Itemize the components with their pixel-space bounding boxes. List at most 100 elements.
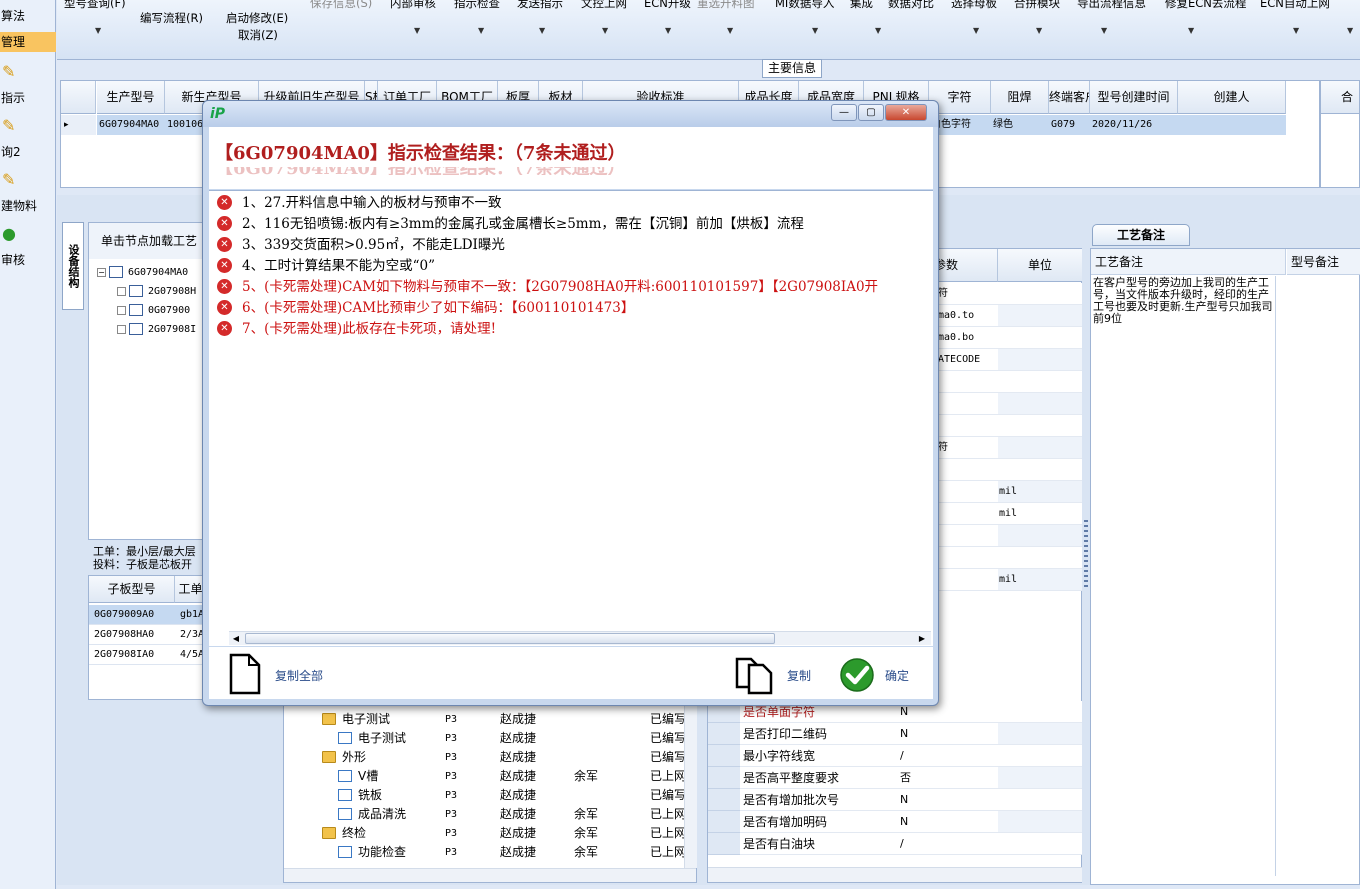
- column-header-0[interactable]: 生产型号: [97, 81, 165, 114]
- toolbar-dropdown-arrow-icon[interactable]: ▼: [1293, 26, 1299, 35]
- toolbar-button-7[interactable]: 发送指示: [517, 0, 563, 11]
- nav-item-1[interactable]: 管理: [0, 32, 56, 52]
- toolbar-dropdown-arrow-icon[interactable]: ▼: [1188, 26, 1194, 35]
- column-header-18[interactable]: 合: [1321, 81, 1359, 114]
- param-cell[interactable]: 符: [938, 437, 998, 459]
- copy-button[interactable]: 复制: [787, 667, 811, 684]
- column-header-14[interactable]: 终端客户代码: [1049, 81, 1090, 114]
- flow-row[interactable]: 功能检查 P3 赵成捷 余军 已上网: [284, 843, 684, 862]
- param-cell[interactable]: [938, 525, 998, 547]
- unit-cell[interactable]: [998, 547, 1082, 569]
- tree-expander-icon[interactable]: [117, 305, 126, 315]
- toolbar-button-6[interactable]: 指示检查: [454, 0, 500, 11]
- param-cell[interactable]: [938, 569, 998, 591]
- copy-all-icon[interactable]: [227, 653, 263, 695]
- toolbar-button-4[interactable]: 保存信息(S): [310, 0, 372, 11]
- param-cell[interactable]: [938, 547, 998, 569]
- prop-unit[interactable]: [998, 701, 1082, 723]
- cell-16[interactable]: [1178, 115, 1286, 135]
- toolbar-dropdown-arrow-icon[interactable]: ▼: [875, 26, 881, 35]
- toolbar-button-13[interactable]: 数据对比: [888, 0, 934, 11]
- toolbar-button-11[interactable]: MI数据导入: [775, 0, 834, 11]
- toolbar-button-2[interactable]: 启动修改(E): [226, 10, 288, 26]
- param-cell[interactable]: ma0.bo: [938, 327, 998, 349]
- prop-value[interactable]: N: [898, 811, 998, 833]
- tab-process-notes[interactable]: 工艺备注: [1092, 224, 1190, 246]
- tree-expander-icon[interactable]: [117, 324, 126, 334]
- maximize-button[interactable]: ▢: [858, 104, 884, 121]
- prop-header-unit[interactable]: 单位: [998, 249, 1082, 282]
- scrollbar-thumb[interactable]: [245, 633, 775, 644]
- param-cell[interactable]: 符: [938, 283, 998, 305]
- unit-cell[interactable]: [998, 349, 1082, 371]
- horizontal-scrollbar[interactable]: [708, 867, 1082, 882]
- horizontal-scrollbar[interactable]: [284, 868, 696, 882]
- toolbar-button-0[interactable]: 型号查询(F): [64, 0, 126, 11]
- subgrid-cell[interactable]: 0G079009A0: [89, 605, 175, 625]
- param-cell[interactable]: [938, 371, 998, 393]
- prop-value[interactable]: /: [898, 745, 998, 767]
- flow-row[interactable]: 电子测试 P3 赵成捷 已编写: [284, 710, 684, 729]
- subgrid-cell[interactable]: 2G07908IA0: [89, 645, 175, 665]
- cell-13[interactable]: 绿色: [991, 115, 1049, 135]
- prop-unit[interactable]: [998, 767, 1082, 789]
- subgrid-header-0[interactable]: 子板型号: [89, 576, 175, 603]
- column-header-15[interactable]: 型号创建时间: [1090, 81, 1178, 114]
- cell-14[interactable]: G079: [1049, 115, 1090, 135]
- toolbar-dropdown-arrow-icon[interactable]: ▼: [1036, 26, 1042, 35]
- unit-cell[interactable]: [998, 459, 1082, 481]
- prop-unit[interactable]: [998, 745, 1082, 767]
- prop-value[interactable]: /: [898, 833, 998, 855]
- toolbar-dropdown-arrow-icon[interactable]: ▼: [973, 26, 979, 35]
- toolbar-dropdown-arrow-icon[interactable]: ▼: [727, 26, 733, 35]
- param-cell[interactable]: [938, 481, 998, 503]
- unit-cell[interactable]: [998, 283, 1082, 305]
- toolbar-button-15[interactable]: 合拼模块: [1014, 0, 1060, 11]
- param-cell[interactable]: ma0.to: [938, 305, 998, 327]
- param-cell[interactable]: [938, 503, 998, 525]
- unit-cell[interactable]: mil: [998, 503, 1082, 525]
- flow-row[interactable]: 铣板 P3 赵成捷 已编写: [284, 786, 684, 805]
- unit-cell[interactable]: mil: [998, 481, 1082, 503]
- unit-cell[interactable]: [998, 305, 1082, 327]
- dialog-titlebar[interactable]: iP — ▢ ✕: [203, 101, 938, 127]
- tree-expander-icon[interactable]: [117, 286, 126, 296]
- flow-row[interactable]: 成品清洗 P3 赵成捷 余军 已上网: [284, 805, 684, 824]
- toolbar-dropdown-arrow-icon[interactable]: ▼: [602, 26, 608, 35]
- prop-value[interactable]: 否: [898, 767, 998, 789]
- tab-equipment-structure[interactable]: 设备结构: [62, 222, 84, 310]
- unit-cell[interactable]: [998, 327, 1082, 349]
- tree-expander-icon[interactable]: −: [97, 267, 106, 277]
- unit-cell[interactable]: [998, 437, 1082, 459]
- nav-item-2[interactable]: 指示: [0, 88, 56, 108]
- flow-row[interactable]: 终检 P3 赵成捷 余军 已上网: [284, 824, 684, 843]
- prop-unit[interactable]: [998, 833, 1082, 855]
- toolbar-button-14[interactable]: 选择母板: [951, 0, 997, 11]
- unit-cell[interactable]: [998, 525, 1082, 547]
- prop-value[interactable]: N: [898, 789, 998, 811]
- param-cell[interactable]: [938, 459, 998, 481]
- splitter-handle[interactable]: [1084, 520, 1088, 590]
- toolbar-button-9[interactable]: ECN升级: [644, 0, 691, 11]
- toolbar-button-12[interactable]: 集成: [850, 0, 873, 11]
- toolbar-dropdown-arrow-icon[interactable]: ▼: [414, 26, 420, 35]
- tree-node[interactable]: 0G07900: [117, 301, 190, 320]
- unit-cell[interactable]: [998, 415, 1082, 437]
- prop-unit[interactable]: [998, 789, 1082, 811]
- minimize-button[interactable]: —: [831, 104, 857, 121]
- close-button[interactable]: ✕: [885, 104, 927, 121]
- ok-button[interactable]: 确定: [885, 667, 909, 684]
- toolbar-dropdown-arrow-icon[interactable]: ▼: [539, 26, 545, 35]
- param-cell[interactable]: ATECODE: [938, 349, 998, 371]
- toolbar-button-1[interactable]: 编写流程(R): [140, 10, 203, 26]
- toolbar-button-18[interactable]: ECN自动上网: [1260, 0, 1330, 11]
- horizontal-scrollbar[interactable]: ◀ ▶: [229, 631, 931, 645]
- toolbar-button-5[interactable]: 内部审核: [390, 0, 436, 11]
- process-note-text[interactable]: 在客户型号的旁边加上我司的生产工号，当文件版本升级时，经印的生产工号也要及时更新…: [1093, 277, 1275, 325]
- vertical-scrollbar[interactable]: [684, 706, 697, 868]
- toolbar-button-16[interactable]: 导出流程信息: [1077, 0, 1146, 11]
- unit-cell[interactable]: mil: [998, 569, 1082, 591]
- scroll-right-arrow-icon[interactable]: ▶: [915, 632, 929, 645]
- column-header-13[interactable]: 阻焊: [991, 81, 1049, 114]
- nav-item-4[interactable]: 建物料: [0, 196, 56, 216]
